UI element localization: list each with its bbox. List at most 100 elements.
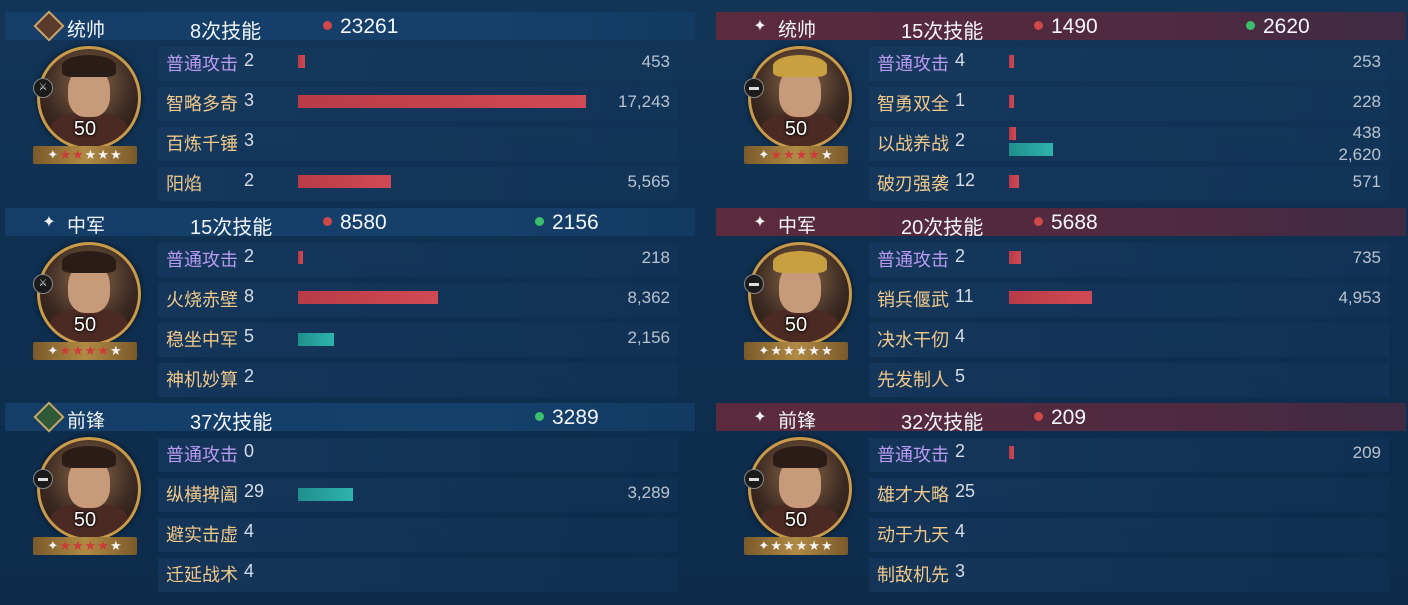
spark-glyph: ✦: [753, 18, 767, 35]
skill-name: 火烧赤壁: [166, 290, 238, 310]
damage-amount: 4,953: [1338, 288, 1381, 307]
general-level: 50: [73, 118, 97, 140]
general-block[interactable]: 统帅 8次技能 23261 ⚔ 50 ✦★★★★★ 普通攻击 2 453 智略多奇 3 17,243 百…: [5, 0, 695, 201]
general-portrait[interactable]: ⚔ 50 ✦★★★★★: [33, 242, 141, 360]
skill-name: 普通攻击: [877, 250, 949, 270]
damage-total: 23261: [323, 15, 398, 39]
skill-row[interactable]: 智勇双全 1 228: [869, 84, 1399, 124]
skill-name: 决水干仞: [877, 330, 949, 350]
skill-count-value: 2: [955, 130, 966, 150]
skill-count-value: 4: [244, 561, 255, 581]
rank-mark-icon: ✦: [758, 147, 771, 162]
skill-row[interactable]: 普通攻击 2 735: [869, 240, 1399, 280]
skill-name: 普通攻击: [877, 445, 949, 465]
skill-count-value: 0: [244, 441, 255, 461]
damage-amount: 8,362: [627, 288, 670, 307]
skill-row[interactable]: 稳坐中军 5 2,156: [158, 320, 688, 360]
role-label: 中军: [67, 216, 106, 237]
spark-glyph: ✦: [753, 409, 767, 426]
white-star-icon: ★: [109, 147, 123, 162]
star-rating: ✦★★★★★: [744, 146, 848, 164]
rank-mark-icon: ✦: [47, 147, 60, 162]
general-level: 50: [784, 314, 808, 336]
rank-mark-icon: ✦: [47, 343, 60, 358]
red-star-icon: ★: [770, 147, 783, 162]
skill-row[interactable]: 普通攻击 4 253: [869, 44, 1399, 84]
skill-name: 阳焰: [166, 174, 202, 194]
star-rating: ✦★★★★★: [33, 146, 137, 164]
skill-row[interactable]: 智略多奇 3 17,243: [158, 84, 688, 124]
general-portrait[interactable]: ▬ 50 ✦★★★★★: [744, 437, 852, 555]
red-star-icon: ★: [59, 538, 72, 553]
skill-name: 以战养战: [877, 134, 949, 154]
skill-row[interactable]: 纵横捭阖 29 3,289: [158, 475, 688, 515]
skill-row[interactable]: 避实击虚 4: [158, 515, 688, 555]
general-header: 统帅 8次技能 23261: [5, 10, 695, 43]
damage-dot-icon: [1034, 20, 1043, 30]
skill-row[interactable]: 以战养战 2 438 2,620: [869, 123, 1399, 164]
spark-icon: ✦: [35, 210, 63, 234]
skill-row[interactable]: 制敌机先 3: [869, 555, 1399, 595]
role-label: 前锋: [778, 411, 817, 432]
spear-icon: ⚔: [33, 274, 53, 294]
skill-row[interactable]: 迁延战术 4: [158, 555, 688, 595]
damage-dot-icon: [1034, 411, 1043, 421]
general-portrait[interactable]: ▬ 50 ✦★★★★★: [744, 242, 852, 360]
white-star-icon: ★: [84, 147, 98, 162]
red-star-icon: ★: [795, 147, 809, 162]
white-star-icon: ★: [770, 538, 783, 553]
spark-icon: ✦: [746, 405, 774, 429]
skill-count: 37次技能: [190, 412, 273, 434]
helmet-shape: [62, 446, 116, 468]
skill-row[interactable]: 普通攻击 2 218: [158, 240, 688, 280]
damage-bar: [298, 175, 391, 188]
skill-row[interactable]: 百炼千锤 3: [158, 124, 688, 164]
skill-count-value: 25: [955, 481, 976, 501]
skill-row[interactable]: 普通攻击 0: [158, 435, 688, 475]
skill-list: 普通攻击 2 209 雄才大略 25 动于九天 4 制敌机先 3: [869, 435, 1399, 595]
general-block[interactable]: ✦ 统帅 15次技能 1490 2620 ▬ 50 ✦★★★★★ 普通攻击 4 253 智勇双全 1 22…: [716, 0, 1406, 201]
skill-name: 破刃强袭: [877, 174, 949, 194]
white-star-icon: ★: [109, 538, 123, 553]
skill-row[interactable]: 销兵偃武 11 4,953: [869, 280, 1399, 320]
red-star-icon: ★: [59, 147, 72, 162]
skill-row[interactable]: 火烧赤壁 8 8,362: [158, 280, 688, 320]
general-portrait[interactable]: ⚔ 50 ✦★★★★★: [33, 46, 141, 164]
skill-list: 普通攻击 2 735 销兵偃武 11 4,953 决水干仞 4 先发制人 5: [869, 240, 1399, 400]
damage-total: 1490: [1034, 15, 1098, 39]
general-block[interactable]: 前锋 37次技能 3289 ▬ 50 ✦★★★★★ 普通攻击 0 纵横捭阖 29 3,289 避实击虚…: [5, 391, 695, 592]
skill-row[interactable]: 雄才大略 25: [869, 475, 1399, 515]
heal-value: 2620: [1263, 15, 1310, 38]
general-portrait[interactable]: ▬ 50 ✦★★★★★: [33, 437, 141, 555]
general-portrait[interactable]: ▬ 50 ✦★★★★★: [744, 46, 852, 164]
skill-name: 百炼千锤: [166, 134, 238, 154]
heal-amount: 3,289: [627, 483, 670, 502]
cavalry-icon: ▬: [744, 274, 764, 294]
general-block[interactable]: ✦ 中军 15次技能 8580 2156 ⚔ 50 ✦★★★★★ 普通攻击 2 218 火烧赤壁 8 8,…: [5, 196, 695, 397]
helmet-shape: [773, 251, 827, 273]
general-level: 50: [784, 509, 808, 531]
damage-amount: 735: [1352, 248, 1381, 267]
damage-bar: [1009, 127, 1016, 140]
general-block[interactable]: ✦ 中军 20次技能 5688 ▬ 50 ✦★★★★★ 普通攻击 2 735 销兵偃武 11 4,953…: [716, 196, 1406, 397]
skill-row[interactable]: 决水干仞 4: [869, 320, 1399, 360]
skill-row[interactable]: 动于九天 4: [869, 515, 1399, 555]
skill-name: 普通攻击: [166, 250, 238, 270]
skill-row[interactable]: 普通攻击 2 209: [869, 435, 1399, 475]
general-block[interactable]: ✦ 前锋 32次技能 209 ▬ 50 ✦★★★★★ 普通攻击 2 209 雄才大略 25 动于九天 4 制…: [716, 391, 1406, 592]
damage-amount: 253: [1352, 52, 1381, 71]
team-panel-left: 统帅 8次技能 23261 ⚔ 50 ✦★★★★★ 普通攻击 2 453 智略多奇 3 17,243 百…: [5, 0, 695, 605]
diamond-sword-icon: [33, 10, 65, 42]
general-header: ✦ 前锋 32次技能 209: [716, 403, 1406, 434]
general-header: ✦ 中军 15次技能 8580 2156: [5, 208, 695, 239]
skill-count-value: 2: [244, 246, 255, 266]
skill-name: 普通攻击: [877, 54, 949, 74]
skill-count: 32次技能: [901, 412, 984, 434]
spear-icon: ⚔: [33, 78, 53, 98]
general-header: ✦ 中军 20次技能 5688: [716, 208, 1406, 239]
damage-bar: [1009, 291, 1092, 304]
skill-list: 普通攻击 0 纵横捭阖 29 3,289 避实击虚 4 迁延战术 4: [158, 435, 688, 595]
skill-count: 8次技能: [190, 21, 262, 43]
damage-amount: 218: [641, 248, 670, 267]
skill-row[interactable]: 普通攻击 2 453: [158, 44, 688, 84]
